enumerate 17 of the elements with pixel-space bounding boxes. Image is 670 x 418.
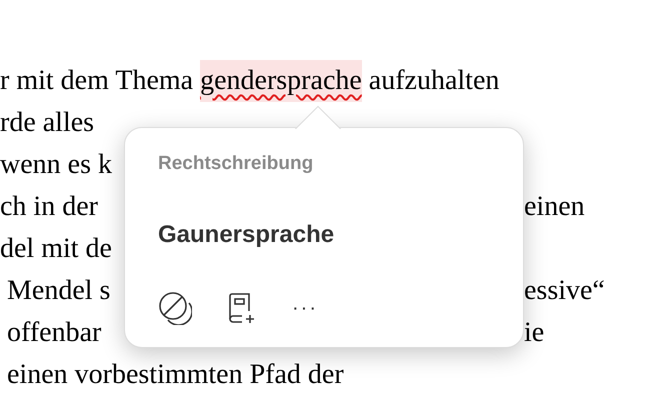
text-line: einen: [524, 191, 585, 222]
more-button[interactable]: ···: [292, 298, 318, 318]
text-line: rde alles: [0, 107, 94, 138]
text-line: Mendel s: [6, 275, 110, 306]
text-line: offenbar: [6, 317, 102, 348]
text-line: del mit de: [0, 233, 112, 264]
text-line: aufzuhalten: [368, 64, 500, 98]
misspelled-word[interactable]: gendersprache: [200, 60, 362, 102]
ignore-icon[interactable]: [158, 290, 192, 324]
text-line: essive“: [524, 275, 605, 306]
text-line: ie: [524, 317, 544, 348]
suggestion-item[interactable]: Gaunersprache: [158, 216, 334, 252]
text-line: ch in der: [0, 191, 98, 222]
text-line: wenn es k: [0, 149, 112, 180]
text-line: r mit dem Thema: [0, 64, 194, 98]
text-line: einen vorbestimmten Pfad der: [6, 359, 344, 390]
popover-heading: Rechtschreibung: [158, 152, 314, 176]
